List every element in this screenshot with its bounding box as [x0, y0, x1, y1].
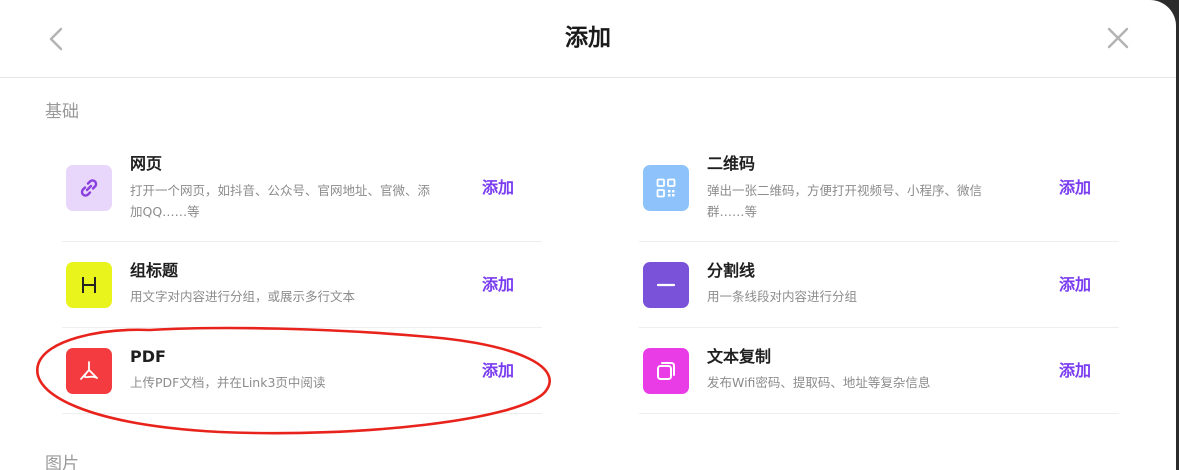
divider-icon-tile — [643, 262, 689, 308]
dialog-header: 添加 — [0, 0, 1176, 78]
divider-name: 分割线 — [707, 261, 756, 280]
list-item-divider: 分割线 用一条线段对内容进行分组 添加 — [639, 241, 1119, 328]
divider-icon — [656, 283, 676, 287]
section-label-basic: 基础 — [45, 102, 79, 122]
list-item-pdf: PDF 上传PDF文档，并在Link3页中阅读 添加 — [62, 327, 542, 414]
list-item-qrcode: 二维码 弹出一张二维码，方便打开视频号、小程序、微信群……等 添加 — [639, 154, 1119, 242]
pdf-icon-tile — [66, 348, 112, 394]
divider-desc: 用一条线段对内容进行分组 — [707, 289, 858, 304]
qrcode-name: 二维码 — [707, 154, 756, 173]
pdf-name: PDF — [130, 347, 166, 366]
pdf-icon — [80, 361, 98, 380]
qrcode-icon-tile — [643, 165, 689, 211]
list-item-text-copy: 文本复制 发布Wifi密码、提取码、地址等复杂信息 添加 — [639, 327, 1119, 414]
dialog-title: 添加 — [565, 25, 611, 51]
close-icon[interactable] — [1100, 20, 1136, 56]
group-title-name: 组标题 — [130, 261, 179, 280]
group-title-icon-tile — [66, 262, 112, 308]
text-copy-desc: 发布Wifi密码、提取码、地址等复杂信息 — [707, 375, 931, 390]
copy-icon — [657, 362, 675, 380]
link-icon — [80, 179, 98, 197]
add-text-copy-button[interactable]: 添加 — [1059, 360, 1091, 382]
pdf-desc: 上传PDF文档，并在Link3页中阅读 — [130, 375, 326, 390]
list-item-group-title: 组标题 用文字对内容进行分组，或展示多行文本 添加 — [62, 241, 542, 328]
webpage-desc: 打开一个网页，如抖音、公众号、官网地址、官微、添加QQ……等 — [130, 183, 431, 219]
webpage-name: 网页 — [130, 154, 163, 173]
qr-code-icon — [656, 178, 676, 198]
webpage-icon-tile — [66, 165, 112, 211]
add-divider-button[interactable]: 添加 — [1059, 274, 1091, 296]
text-copy-icon-tile — [643, 348, 689, 394]
add-qrcode-button[interactable]: 添加 — [1059, 177, 1091, 199]
add-pdf-button[interactable]: 添加 — [482, 360, 514, 382]
heading-icon — [82, 277, 96, 293]
group-title-desc: 用文字对内容进行分组，或展示多行文本 — [130, 289, 356, 304]
add-webpage-button[interactable]: 添加 — [482, 177, 514, 199]
list-item-webpage: 网页 打开一个网页，如抖音、公众号、官网地址、官微、添加QQ……等 添加 — [62, 154, 542, 242]
qrcode-desc: 弹出一张二维码，方便打开视频号、小程序、微信群……等 — [707, 183, 983, 219]
section-label-images: 图片 — [45, 454, 79, 470]
add-group-title-button[interactable]: 添加 — [482, 274, 514, 296]
text-copy-name: 文本复制 — [707, 347, 772, 366]
add-dialog: 添加 基础 网页 打开一个网页，如抖音、公众号、官网地址、官微、添加QQ……等 … — [0, 0, 1176, 470]
